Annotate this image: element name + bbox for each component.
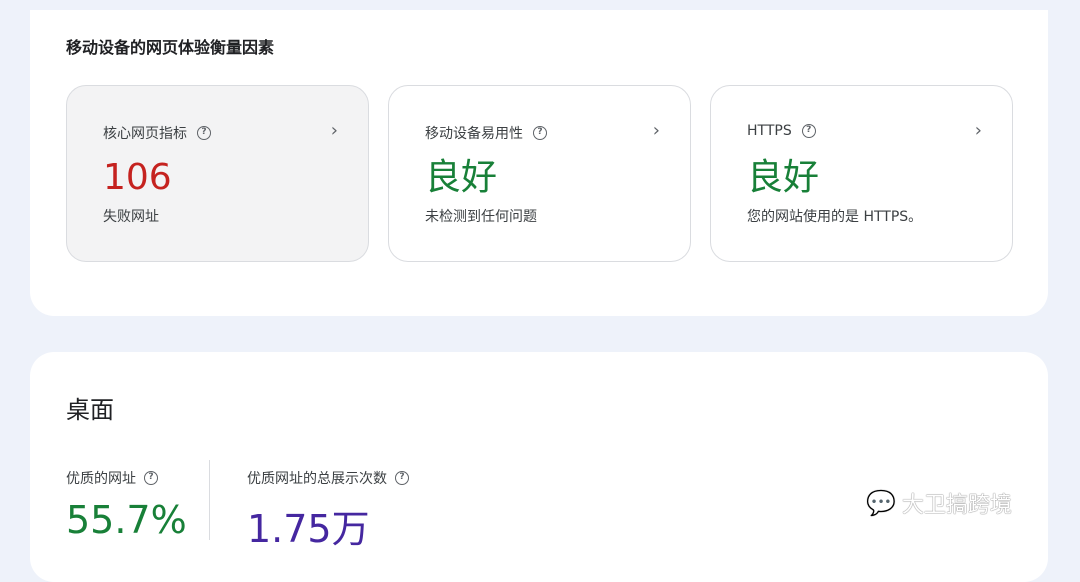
metric-label: 优质网址的总展示次数	[247, 471, 387, 487]
watermark: 💬 大卫搞跨境	[866, 487, 1012, 519]
tile-subtext: 失败网址	[103, 209, 159, 225]
help-icon[interactable]: ?	[197, 126, 211, 140]
tile-label: HTTPS	[747, 123, 792, 139]
tile-mobile-usability[interactable]: 移动设备易用性? › 良好 未检测到任何问题	[388, 85, 691, 262]
help-icon[interactable]: ?	[395, 471, 409, 485]
help-icon[interactable]: ?	[533, 126, 547, 140]
chevron-right-icon: ›	[974, 120, 982, 141]
metric-impressions: 优质网址的总展示次数? 1.75万	[247, 468, 409, 553]
metric-good-urls: 优质的网址? 55.7%	[66, 468, 187, 542]
tile-value: 良好	[425, 157, 498, 198]
chevron-right-icon: ›	[652, 120, 660, 141]
tile-https[interactable]: HTTPS? › 良好 您的网站使用的是 HTTPS。	[710, 85, 1013, 262]
chevron-right-icon: ›	[330, 120, 338, 141]
tile-label: 移动设备易用性	[425, 126, 523, 142]
section-title: 移动设备的网页体验衡量因素	[66, 38, 275, 57]
tile-value: 106	[103, 157, 172, 198]
tile-core-web-vitals[interactable]: 核心网页指标? › 106 失败网址	[66, 85, 369, 262]
metric-value: 1.75万	[247, 507, 370, 551]
section-title: 桌面	[66, 396, 114, 424]
tile-value: 良好	[747, 157, 820, 198]
divider	[209, 460, 210, 540]
wechat-icon: 💬	[866, 489, 896, 517]
watermark-text: 大卫搞跨境	[901, 493, 1012, 518]
metric-value: 55.7%	[66, 498, 187, 542]
help-icon[interactable]: ?	[801, 124, 816, 138]
tile-label: 核心网页指标	[103, 126, 187, 142]
help-icon[interactable]: ?	[144, 471, 158, 485]
mobile-page-experience-card: 移动设备的网页体验衡量因素 核心网页指标? › 106 失败网址 移动设备易用性…	[30, 10, 1048, 316]
tile-subtext: 未检测到任何问题	[425, 209, 537, 225]
metric-label: 优质的网址	[66, 471, 136, 487]
desktop-card: 桌面 优质的网址? 55.7% 优质网址的总展示次数? 1.75万	[30, 352, 1048, 582]
tile-subtext: 您的网站使用的是 HTTPS。	[747, 209, 923, 225]
